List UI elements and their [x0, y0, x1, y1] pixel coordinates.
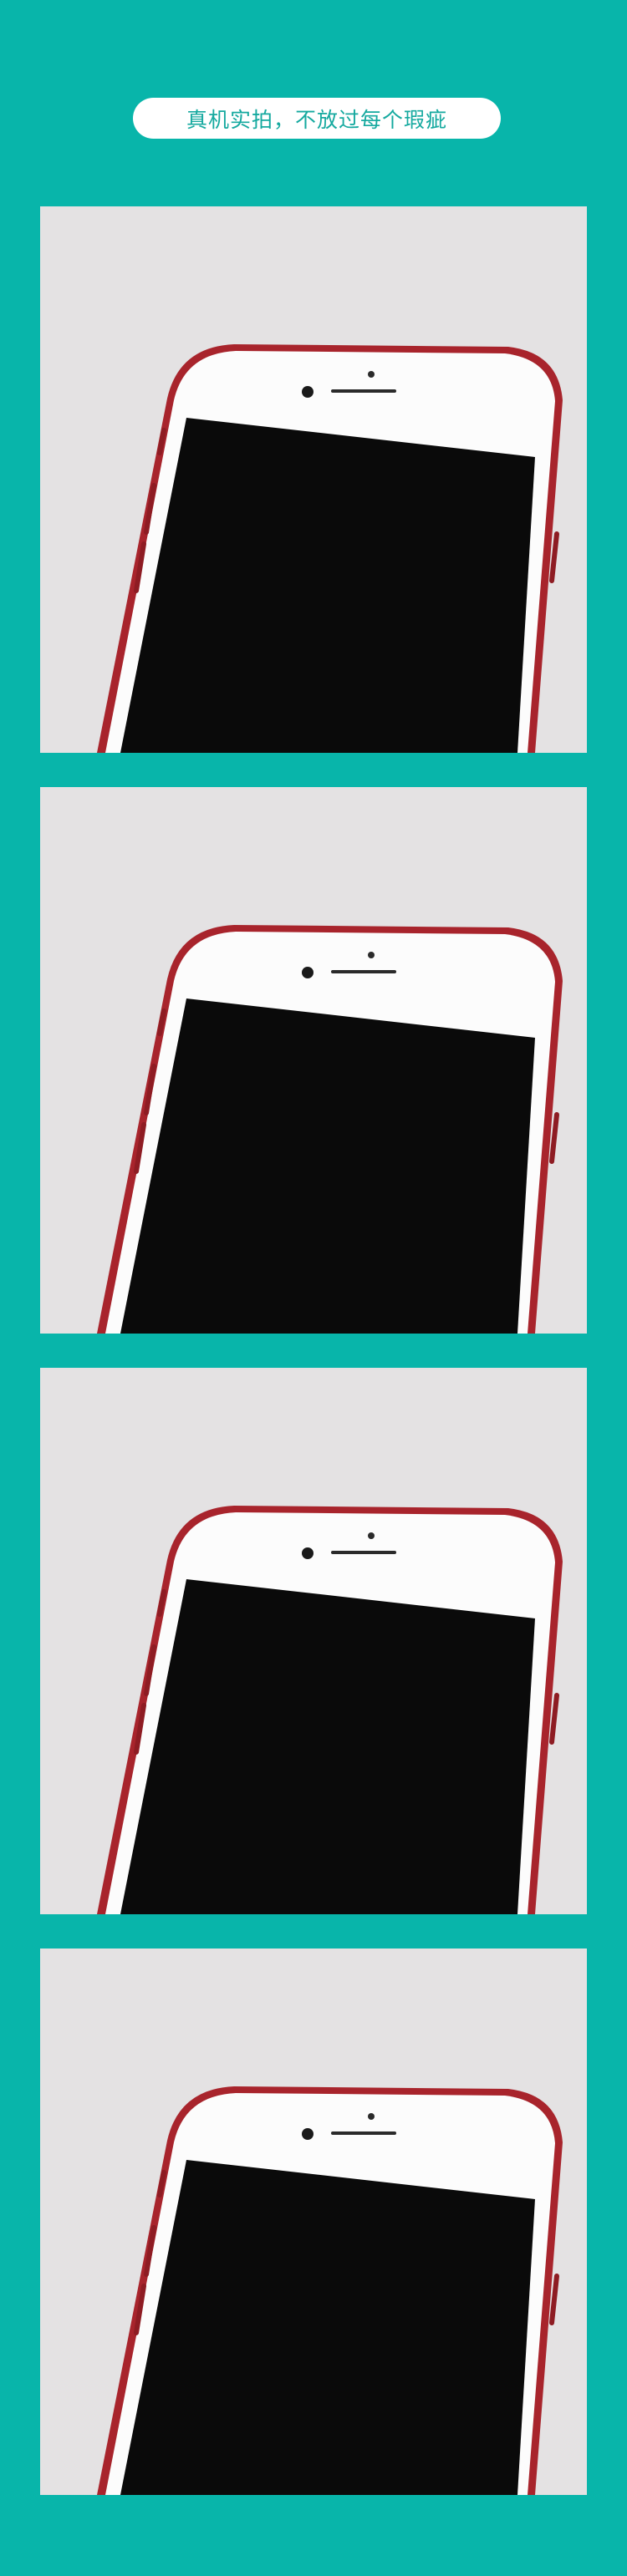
product-detail-page: 真机实拍，不放过每个瑕疵: [0, 0, 627, 2576]
iphone-front-top-photo-icon: [97, 2086, 563, 2495]
product-photo-3: [40, 1368, 587, 1914]
product-photo-2: [40, 787, 587, 1334]
iphone-front-top-photo-icon: [97, 925, 563, 1334]
title-text: 真机实拍，不放过每个瑕疵: [186, 107, 447, 132]
iphone-front-top-photo-icon: [97, 1506, 563, 1914]
title-banner: 真机实拍，不放过每个瑕疵: [133, 98, 501, 139]
product-photo-1: [40, 206, 587, 753]
product-photo-4: [40, 1949, 587, 2495]
iphone-front-top-photo-icon: [97, 344, 563, 753]
